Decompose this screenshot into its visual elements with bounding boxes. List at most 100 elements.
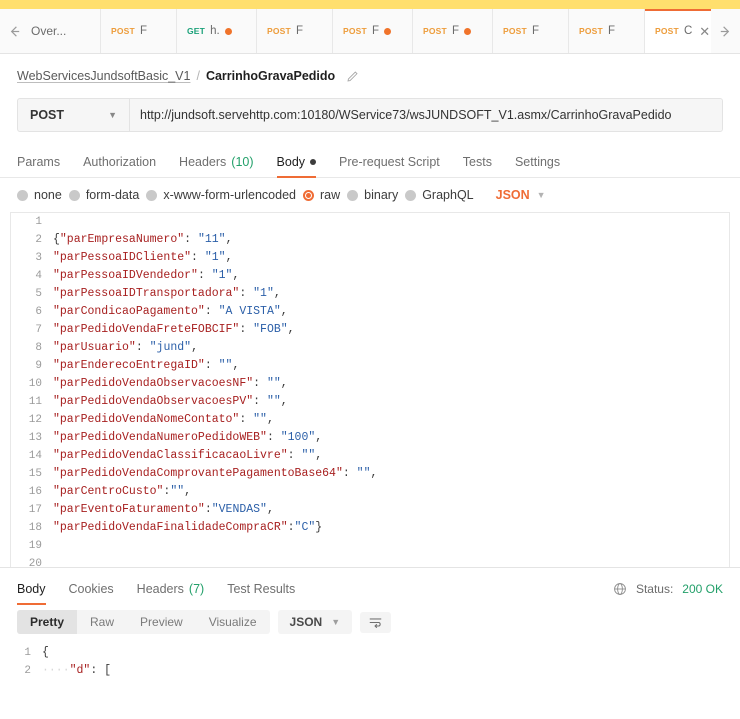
tab-label: Settings: [514, 155, 561, 169]
tab-authorization[interactable]: Authorization: [83, 155, 156, 177]
request-tab-8[interactable]: POST C ✕: [645, 9, 711, 53]
chevron-down-icon: ▼: [331, 617, 341, 627]
response-tab-test-results[interactable]: Test Results: [227, 582, 295, 604]
request-body-line: 20: [11, 555, 729, 567]
request-tab-3[interactable]: POST F: [257, 9, 333, 53]
request-body-line: 1: [11, 213, 729, 231]
tab-method-label: POST: [579, 26, 603, 36]
request-body-line: 8 "parUsuario": "jund",: [11, 339, 729, 357]
body-present-dot-icon: [310, 159, 317, 165]
tab-method-label: POST: [423, 26, 447, 36]
tabs-scroll-container: Over... POST F GET h. POST F POST F POST F POST F POS…: [29, 9, 711, 53]
body-type-raw[interactable]: raw: [303, 188, 340, 202]
response-tab-cookies[interactable]: Cookies: [69, 582, 114, 604]
status-label: Status:: [635, 582, 674, 596]
request-tab-0[interactable]: Over...: [29, 9, 101, 53]
body-language-select[interactable]: JSON ▼: [496, 188, 546, 202]
http-method-value: POST: [30, 108, 65, 122]
tab-method-label: POST: [343, 26, 367, 36]
line-number: 5: [35, 288, 42, 300]
globe-icon[interactable]: [613, 582, 627, 596]
line-content: "parPessoaIDCliente": "1",: [53, 251, 233, 264]
tab-headers[interactable]: Headers (10): [179, 155, 253, 177]
tab-name-label: F: [139, 25, 147, 37]
radio-icon: [17, 189, 28, 201]
request-body-line: 5 "parPessoaIDTransportadora": "1",: [11, 285, 729, 303]
tab-params[interactable]: Params: [17, 155, 60, 177]
tab-label: Headers: [179, 155, 227, 169]
tab-method-label: POST: [111, 26, 135, 36]
request-body-line: 18 "parPedidoVendaFinalidadeCompraCR":"C"…: [11, 519, 729, 537]
breadcrumb-collection-link[interactable]: WebServicesJundsoftBasic_V1: [17, 69, 190, 83]
tab-name-label: F: [607, 25, 615, 37]
tab-settings[interactable]: Settings: [515, 155, 560, 177]
body-type-graphql[interactable]: GraphQL: [405, 188, 474, 202]
body-type-form-data[interactable]: form-data: [68, 188, 139, 202]
unsaved-dot-icon: [224, 27, 232, 35]
response-tab-body[interactable]: Body: [17, 582, 46, 605]
line-number: 17: [28, 504, 42, 516]
line-number: 19: [28, 540, 42, 552]
http-method-select[interactable]: POST ▼: [18, 99, 130, 131]
tab-method-label: POST: [267, 26, 291, 36]
response-section: Body Cookies Headers (7) Test Results Status…: [0, 567, 740, 689]
tab-pre-request-script[interactable]: Pre-request Script: [339, 155, 440, 177]
request-body-line: 19: [11, 537, 729, 555]
radio-icon: [347, 189, 359, 201]
request-body-line: 16 "parCentroCusto":"",: [11, 483, 729, 501]
request-tab-1[interactable]: POST F: [101, 9, 177, 53]
radio-icon: [405, 189, 417, 201]
wrap-lines-icon[interactable]: [360, 611, 392, 633]
request-tab-4[interactable]: POST F: [333, 9, 413, 53]
response-view-raw[interactable]: Raw: [77, 610, 127, 634]
line-content: "parPedidoVendaClassificacaoLivre": "",: [53, 449, 323, 462]
tab-tests[interactable]: Tests: [463, 155, 492, 177]
line-number: 15: [28, 468, 42, 480]
body-type-binary[interactable]: binary: [347, 188, 398, 202]
request-tab-5[interactable]: POST F: [413, 9, 493, 53]
tab-body[interactable]: Body: [276, 155, 317, 178]
request-tab-7[interactable]: POST F: [569, 9, 645, 53]
line-content: "parPedidoVendaFinalidadeCompraCR":"C"}: [53, 521, 323, 534]
close-icon[interactable]: ✕: [699, 25, 710, 38]
response-toolbar: Pretty Raw Preview Visualize JSON ▼: [0, 604, 740, 641]
request-body-line: 7 "parPedidoVendaFreteFOBCIF": "FOB",: [11, 321, 729, 339]
tab-method-label: POST: [655, 26, 679, 36]
tab-label: Cookies: [68, 582, 114, 596]
tab-label: Pre-request Script: [339, 155, 440, 169]
breadcrumb-separator: /: [196, 69, 200, 83]
request-section-tabs: Params Authorization Headers (10) Body Pre-re…: [0, 144, 740, 178]
request-body-line: 10 "parPedidoVendaObservacoesNF": "",: [11, 375, 729, 393]
tabs-scroll-right-button[interactable]: [711, 9, 740, 53]
line-content: "parPedidoVendaNumeroPedidoWEB": "100",: [53, 431, 323, 444]
response-view-preview[interactable]: Preview: [127, 610, 196, 634]
request-tab-2[interactable]: GET h.: [177, 9, 257, 53]
request-tab-6[interactable]: POST F: [493, 9, 569, 53]
line-number: 14: [28, 450, 42, 462]
request-body-line: 14 "parPedidoVendaClassificacaoLivre": ""…: [11, 447, 729, 465]
request-body-line: 3 "parPessoaIDCliente": "1",: [11, 249, 729, 267]
response-view-switcher: Pretty Raw Preview Visualize: [17, 610, 270, 634]
tab-count: (10): [231, 155, 254, 169]
tabs-scroll-left-button[interactable]: [0, 9, 29, 53]
response-view-visualize[interactable]: Visualize: [196, 610, 270, 634]
request-body-editor[interactable]: 1 2 {"parEmpresaNumero": "11", 3 "parPessoaI…: [10, 212, 730, 567]
unsaved-dot-icon: [463, 27, 471, 35]
tab-name-label: F: [295, 25, 303, 37]
line-content: ····"d": [: [42, 664, 112, 677]
line-number: 18: [28, 522, 42, 534]
breadcrumb: WebServicesJundsoftBasic_V1 / CarrinhoGr…: [0, 54, 740, 98]
response-tab-headers[interactable]: Headers (7): [137, 582, 205, 604]
request-tab-bar: Over... POST F GET h. POST F POST F POST F POST F POS…: [0, 9, 740, 54]
response-view-pretty[interactable]: Pretty: [17, 610, 78, 634]
response-body-line: 1{: [0, 644, 740, 662]
url-input[interactable]: http://jundsoft.servehttp.com:10180/WSer…: [130, 99, 722, 131]
tab-name-label: F: [371, 25, 379, 37]
body-type-x-www-form-urlencoded[interactable]: x-www-form-urlencoded: [146, 188, 296, 202]
tab-label: Authorization: [83, 155, 157, 169]
request-body-line: 15 "parPedidoVendaComprovantePagamentoBas…: [11, 465, 729, 483]
body-type-none[interactable]: none: [17, 188, 62, 202]
response-body-viewer[interactable]: 1{2 ····"d": [: [0, 641, 740, 689]
response-language-select[interactable]: JSON ▼: [277, 610, 353, 634]
pencil-icon[interactable]: [346, 70, 359, 83]
